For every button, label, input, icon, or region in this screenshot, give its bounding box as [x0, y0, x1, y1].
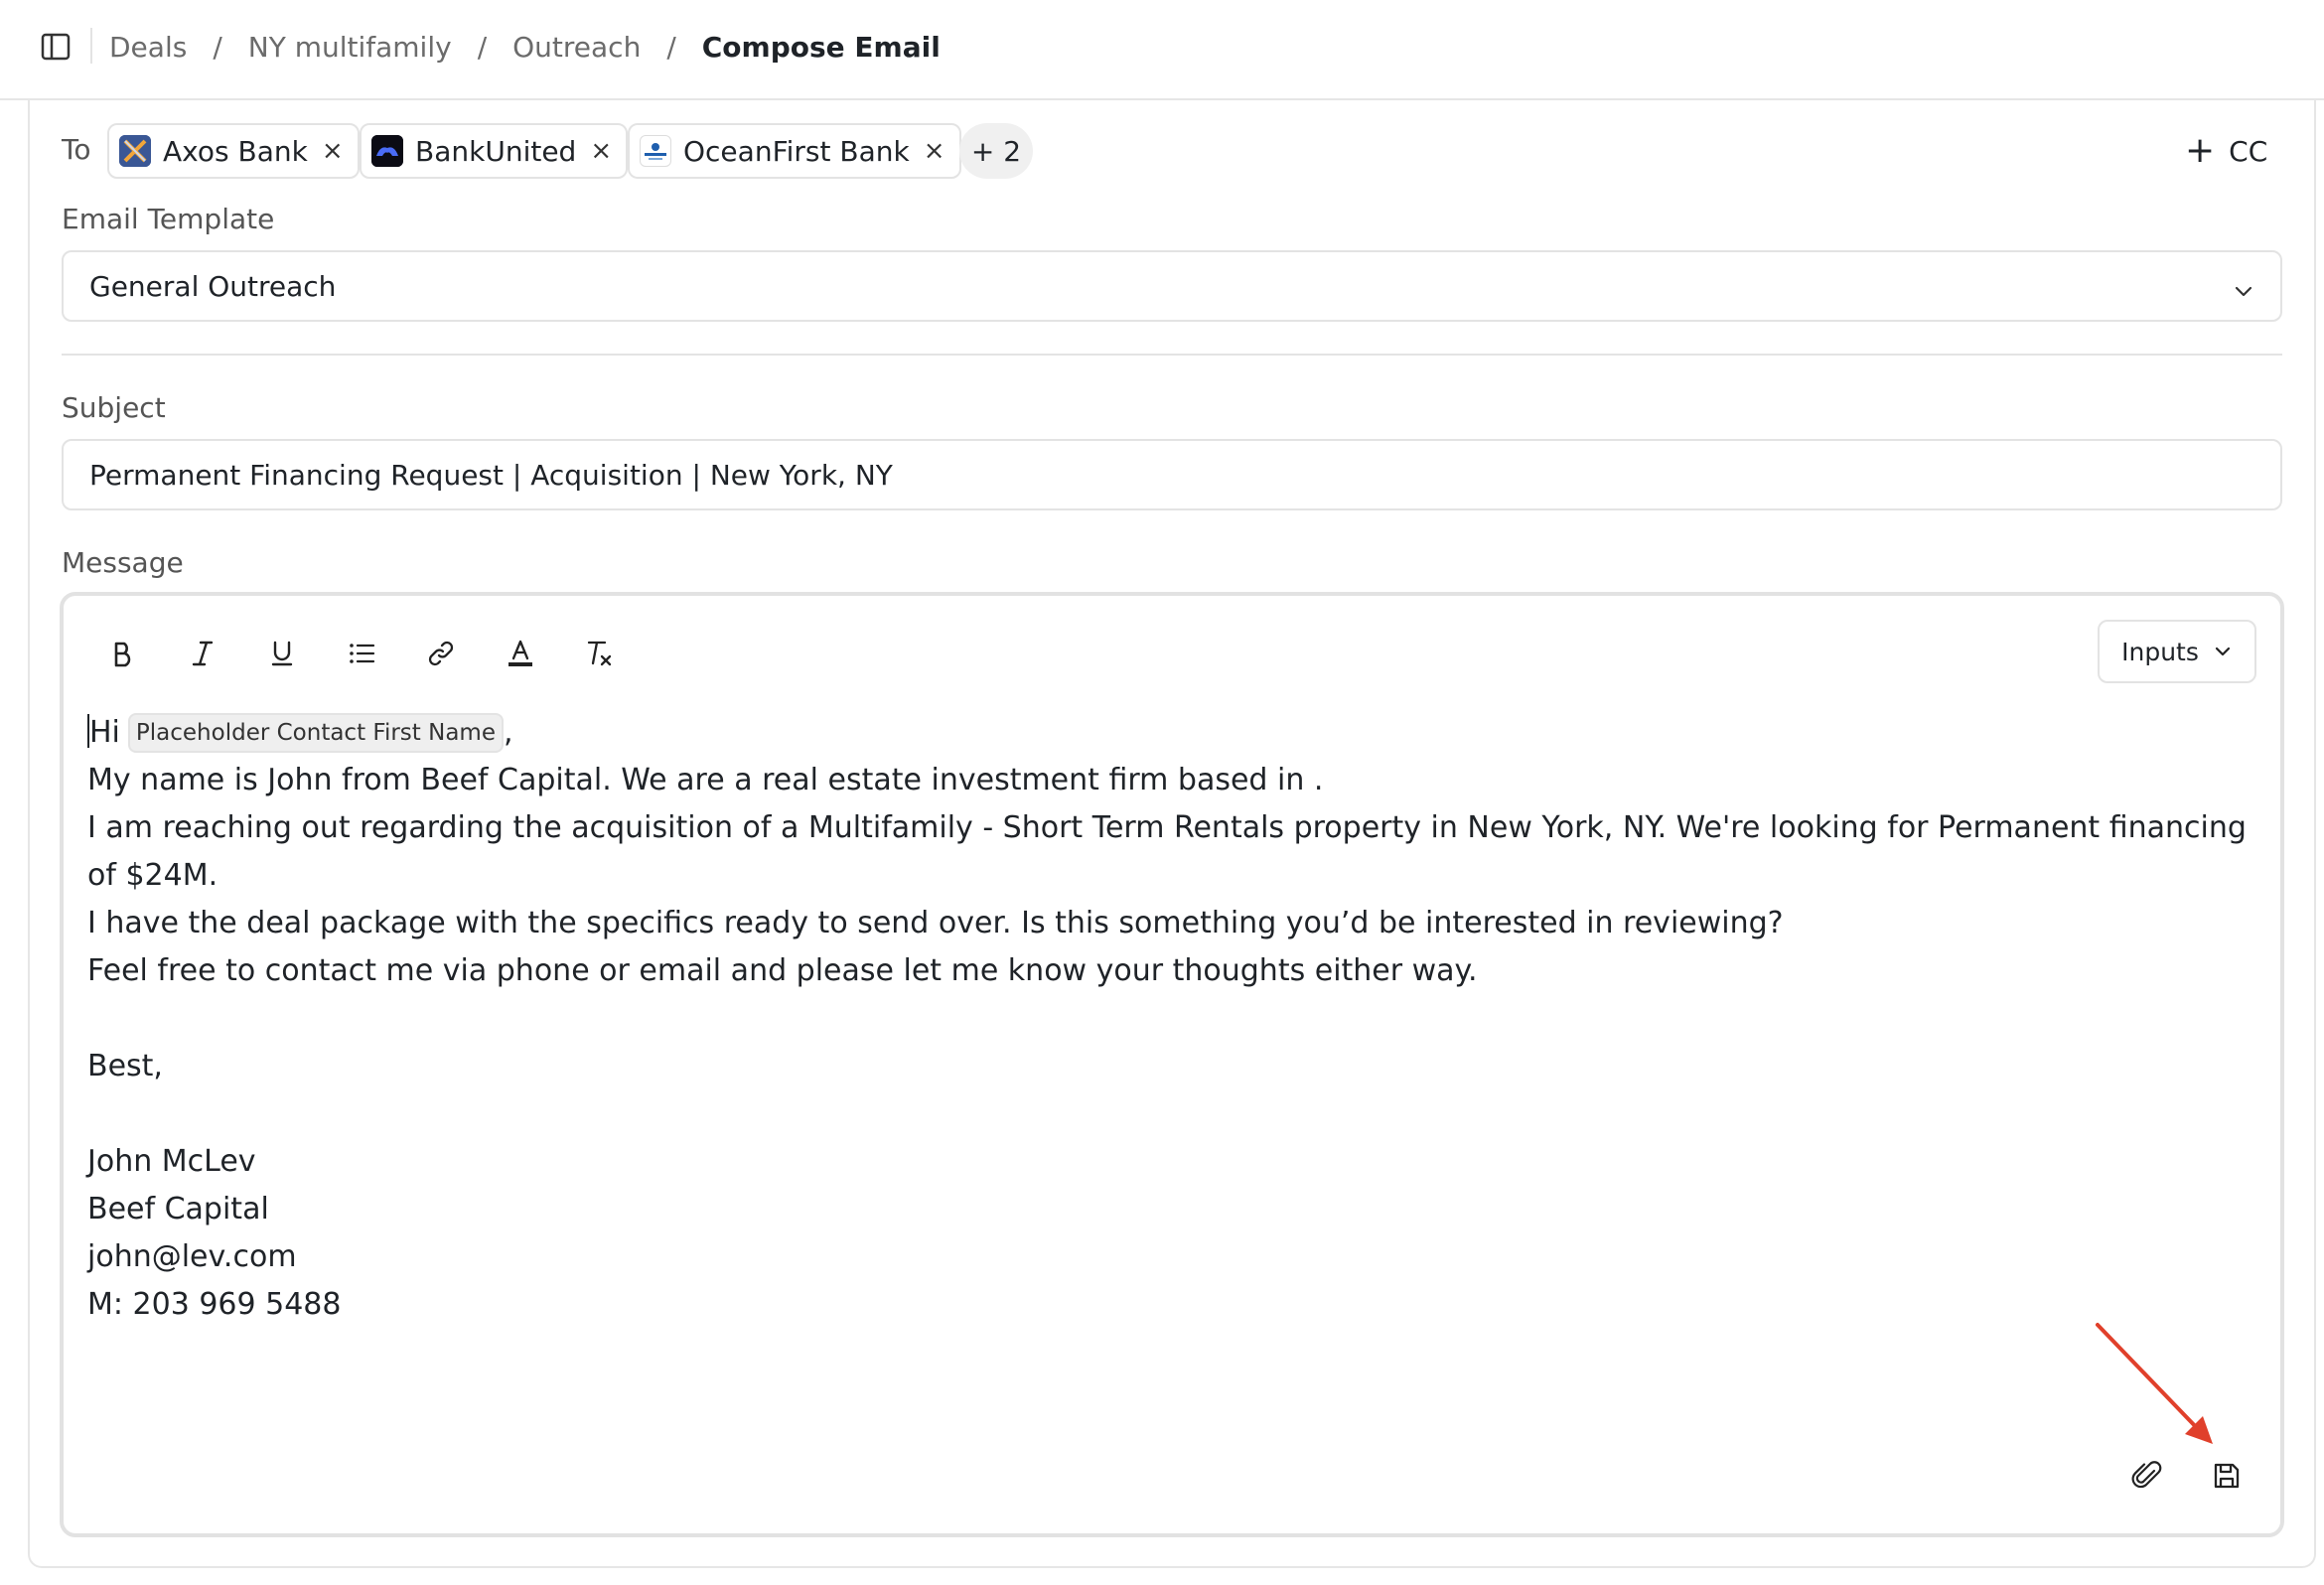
axos-bank-logo-icon: [119, 135, 151, 167]
email-template-value: General Outreach: [89, 269, 337, 303]
top-bar: Deals / NY multifamily / Outreach / Comp…: [0, 0, 2324, 100]
oceanfirst-bank-logo-icon: [640, 135, 671, 167]
recipient-chip-label: OceanFirst Bank: [683, 134, 910, 168]
signature-email: john@lev.com: [87, 1239, 297, 1274]
message-body[interactable]: Hi Placeholder Contact First Name, My nam…: [87, 709, 2252, 1329]
inputs-dropdown-button[interactable]: Inputs: [2098, 620, 2256, 683]
greeting-text: Hi: [89, 715, 120, 750]
bold-icon[interactable]: [101, 632, 145, 675]
breadcrumb-separator: /: [213, 30, 222, 64]
topbar-divider: [90, 28, 92, 64]
clear-format-icon[interactable]: [578, 632, 622, 675]
signature-name: John McLev: [87, 1144, 256, 1179]
bankunited-logo-icon: [371, 135, 403, 167]
bullet-list-icon[interactable]: [340, 632, 383, 675]
link-icon[interactable]: [419, 632, 463, 675]
italic-icon[interactable]: [181, 632, 224, 675]
section-divider: [62, 354, 2282, 356]
message-line: I am reaching out regarding the acquisit…: [87, 810, 2247, 893]
greeting-suffix: ,: [503, 715, 513, 750]
remove-recipient-icon[interactable]: ×: [590, 138, 612, 164]
subject-value: Permanent Financing Request | Acquisitio…: [89, 458, 893, 492]
signature-company: Beef Capital: [87, 1192, 269, 1226]
save-icon[interactable]: [2207, 1456, 2247, 1496]
breadcrumb-separator: /: [477, 30, 488, 64]
breadcrumb-ny-multifamily[interactable]: NY multifamily: [248, 31, 452, 64]
email-template-select[interactable]: General Outreach: [62, 250, 2282, 322]
subject-input[interactable]: Permanent Financing Request | Acquisitio…: [62, 439, 2282, 510]
recipient-chip-bankunited[interactable]: BankUnited ×: [360, 123, 629, 179]
cc-label: CC: [2229, 134, 2268, 168]
email-template-label: Email Template: [62, 203, 275, 235]
recipient-chip-oceanfirst-bank[interactable]: OceanFirst Bank ×: [628, 123, 961, 179]
plus-icon: +: [2185, 130, 2216, 171]
chevron-down-icon: [2233, 276, 2254, 309]
message-line: My name is John from Beef Capital. We ar…: [87, 763, 1324, 797]
breadcrumb-current-page: Compose Email: [701, 30, 941, 64]
recipient-chip-label: Axos Bank: [163, 134, 308, 168]
message-line: I have the deal package with the specifi…: [87, 906, 1784, 940]
recipient-chip-axos-bank[interactable]: Axos Bank ×: [107, 123, 360, 179]
message-label: Message: [62, 546, 184, 579]
breadcrumb-outreach[interactable]: Outreach: [512, 31, 641, 64]
paperclip-icon[interactable]: [2127, 1456, 2167, 1496]
add-cc-button[interactable]: + CC: [2185, 129, 2267, 173]
greeting-line: Hi Placeholder Contact First Name,: [87, 709, 2252, 757]
underline-icon[interactable]: [260, 632, 304, 675]
subject-label: Subject: [62, 391, 166, 424]
breadcrumb: Deals / NY multifamily / Outreach / Comp…: [109, 26, 941, 68]
signoff-line: Best,: [87, 1049, 163, 1083]
text-color-icon[interactable]: [499, 632, 542, 675]
remove-recipient-icon[interactable]: ×: [322, 138, 344, 164]
recipient-chip-label: BankUnited: [415, 134, 577, 168]
signature-phone: M: 203 969 5488: [87, 1287, 342, 1322]
breadcrumb-deals[interactable]: Deals: [109, 31, 187, 64]
placeholder-variable-pill[interactable]: Placeholder Contact First Name: [127, 713, 504, 753]
inputs-label: Inputs: [2121, 637, 2199, 666]
more-recipients-badge[interactable]: + 2: [959, 123, 1033, 179]
breadcrumb-separator: /: [666, 30, 676, 64]
remove-recipient-icon[interactable]: ×: [924, 138, 945, 164]
message-line: Feel free to contact me via phone or ema…: [87, 953, 1478, 988]
sidebar-toggle-icon[interactable]: [40, 32, 72, 62]
to-label: To: [62, 133, 91, 166]
chevron-down-icon: [2215, 647, 2230, 656]
message-editor[interactable]: Inputs Hi Placeholder Contact First Name,…: [60, 592, 2284, 1537]
